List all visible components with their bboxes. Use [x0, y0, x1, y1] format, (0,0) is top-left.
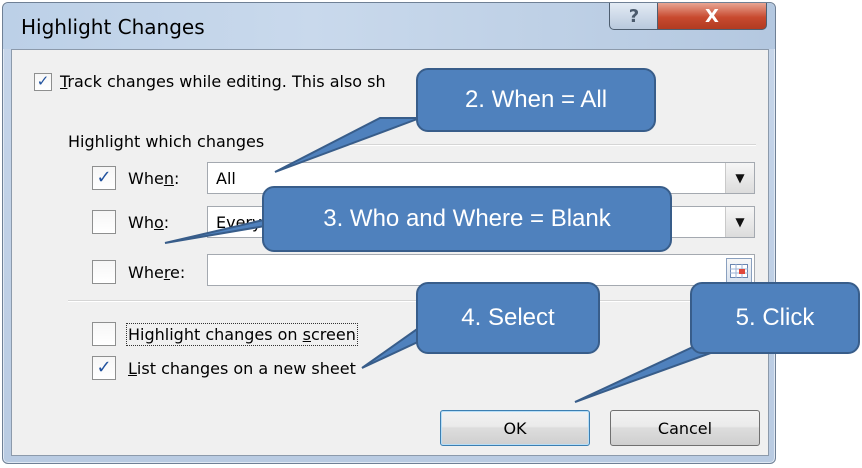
callout-2-pointer — [274, 117, 421, 173]
callout-select: 4. Select — [416, 282, 600, 354]
callout-who-where-blank: 3. Who and Where = Blank — [262, 186, 672, 252]
callout-click: 5. Click — [690, 282, 860, 354]
callout-5-pointer — [574, 345, 731, 403]
callout-when-all: 2. When = All — [416, 68, 656, 132]
